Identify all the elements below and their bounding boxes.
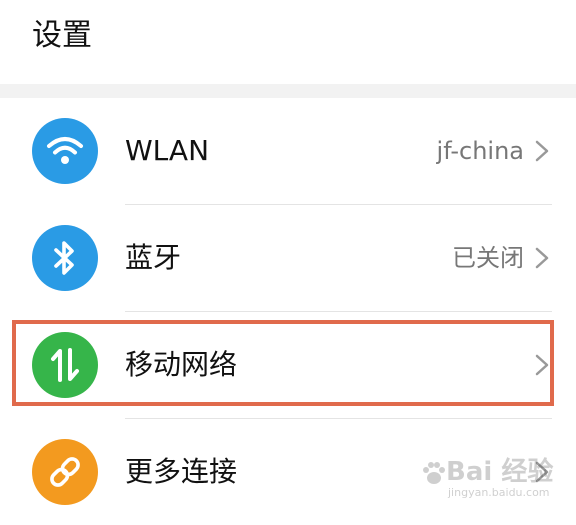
data-transfer-icon (32, 332, 98, 398)
chevron-right-icon (535, 140, 549, 162)
page-title: 设置 (32, 18, 92, 53)
settings-item-wlan[interactable]: WLAN jf-china (0, 98, 576, 204)
link-icon (32, 439, 98, 505)
section-separator (0, 84, 576, 98)
settings-item-value: jf-china (436, 137, 524, 165)
settings-item-label: 蓝牙 (125, 241, 182, 274)
settings-item-label: 移动网络 (125, 348, 238, 381)
header: 设置 (0, 0, 576, 84)
settings-item-more-connections[interactable]: 更多连接 (0, 419, 576, 525)
settings-item-bluetooth[interactable]: 蓝牙 已关闭 (0, 205, 576, 311)
chevron-right-icon (535, 354, 549, 376)
wifi-icon (32, 118, 98, 184)
chevron-right-icon (535, 247, 549, 269)
bluetooth-icon (32, 225, 98, 291)
settings-item-mobile-network[interactable]: 移动网络 (0, 312, 576, 418)
settings-item-label: WLAN (125, 134, 210, 167)
chevron-right-icon (535, 461, 549, 483)
settings-item-value: 已关闭 (452, 244, 524, 272)
settings-list: WLAN jf-china 蓝牙 已关闭 移动网络 更多连接 (0, 98, 576, 516)
settings-item-label: 更多连接 (125, 455, 238, 488)
